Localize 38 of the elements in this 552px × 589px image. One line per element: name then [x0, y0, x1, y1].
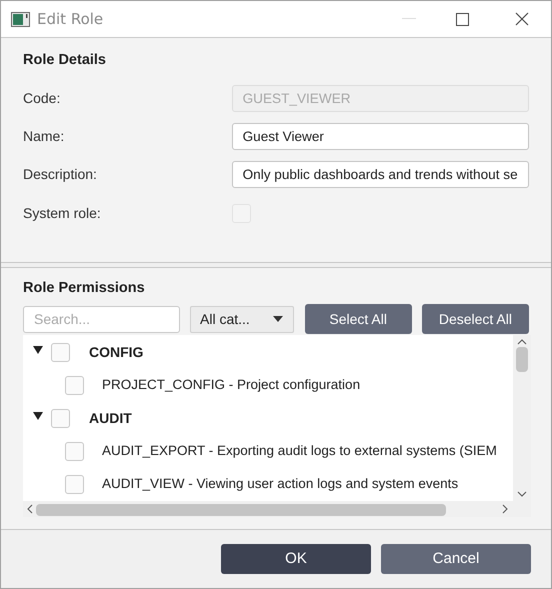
name-field[interactable]: Guest Viewer [232, 122, 529, 150]
dropdown-arrow-icon [272, 316, 283, 322]
permission-label: PROJECT_CONFIG - Project configuration [102, 376, 360, 394]
minimize-icon[interactable] [402, 18, 416, 20]
section-heading: Role Permissions [23, 279, 146, 298]
checkbox[interactable] [51, 343, 70, 362]
maximize-icon[interactable] [456, 12, 469, 26]
permission-label: AUDIT_EXPORT - Exporting audit logs to external systems (SIEM [102, 442, 497, 460]
search-field[interactable]: Search... [23, 306, 180, 332]
select-all-button[interactable]: Select All [304, 304, 412, 334]
field-label: Description: [23, 165, 98, 184]
cancel-button[interactable]: Cancel [381, 544, 531, 574]
field-label: Code: [23, 89, 62, 108]
checkbox[interactable] [65, 442, 84, 461]
window-title: Edit Role [37, 8, 104, 30]
permission-label: AUDIT_VIEW - Viewing user action logs and system events [102, 475, 458, 494]
checkbox[interactable] [65, 475, 84, 494]
scroll-down-icon[interactable] [517, 491, 527, 497]
collapse-arrow-icon[interactable] [33, 346, 43, 354]
scroll-left-icon[interactable] [27, 504, 33, 514]
field-label: Name: [23, 126, 66, 146]
scroll-thumb[interactable] [516, 347, 528, 372]
deselect-all-button[interactable]: Deselect All [422, 304, 530, 334]
ok-button[interactable]: OK [221, 544, 371, 574]
scroll-thumb[interactable] [36, 504, 446, 516]
close-icon[interactable] [515, 12, 529, 26]
collapse-arrow-icon[interactable] [33, 412, 43, 420]
checkbox[interactable] [51, 409, 70, 428]
section-heading: Role Details [23, 51, 107, 70]
checkbox[interactable] [65, 376, 84, 395]
scroll-right-icon[interactable] [502, 504, 508, 514]
description-field[interactable]: Only public dashboards and trends without se [232, 161, 529, 188]
category-dropdown[interactable]: All cat... [190, 306, 294, 332]
field-label: System role: [23, 204, 102, 223]
app-icon [11, 12, 30, 26]
category-label: CONFIG [89, 343, 144, 362]
scroll-up-icon[interactable] [517, 339, 527, 345]
category-label: AUDIT [89, 409, 132, 428]
